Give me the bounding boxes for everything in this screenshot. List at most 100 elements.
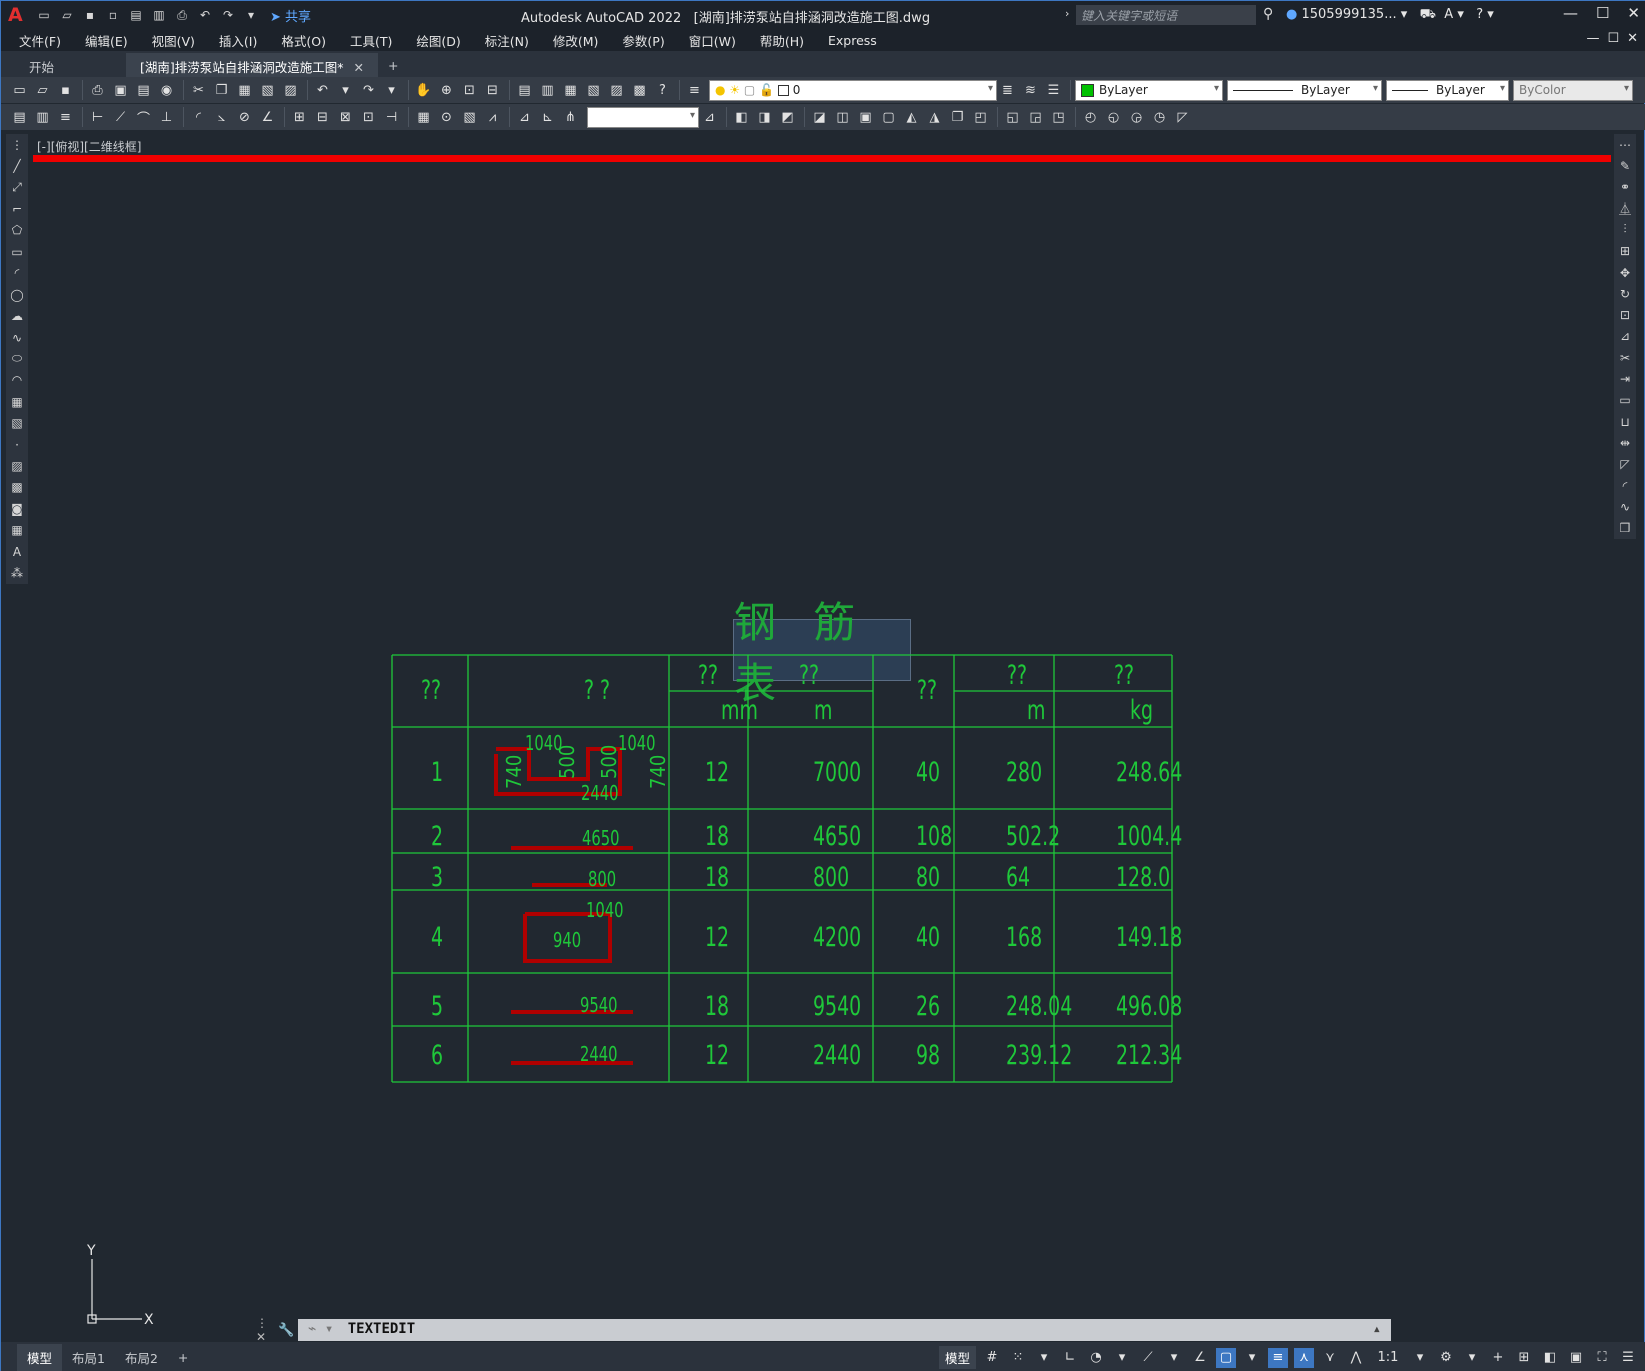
isometric-dropdown-icon[interactable]: ▾: [1164, 1348, 1184, 1368]
rectangle-icon[interactable]: ▭: [8, 242, 26, 261]
make-current-layer-icon[interactable]: ≣: [997, 80, 1018, 100]
publish-icon[interactable]: ▤: [133, 80, 154, 100]
user-account[interactable]: ● 1505999135... ▾ ⛟ A ▾ ? ▾: [1286, 7, 1494, 24]
array-icon[interactable]: ⊞: [1616, 242, 1634, 261]
dimension-space-icon[interactable]: ⊡: [358, 107, 379, 127]
multiline-text-icon[interactable]: A: [8, 542, 26, 561]
move-faces-icon[interactable]: ◫: [832, 107, 853, 127]
quick-dimension-icon[interactable]: ⊞: [289, 107, 310, 127]
separate-icon[interactable]: ◵: [1103, 107, 1124, 127]
delete-faces-icon[interactable]: ▢: [878, 107, 899, 127]
move-icon[interactable]: ✥: [1616, 263, 1634, 282]
gradient-icon[interactable]: ▩: [8, 478, 26, 497]
rotate-icon[interactable]: ↻: [1616, 284, 1634, 303]
jogged-linear-icon[interactable]: ⩘: [482, 107, 503, 127]
menu-item-3[interactable]: 插入(I): [219, 31, 257, 50]
menu-item-12[interactable]: Express: [828, 33, 877, 48]
properties-icon[interactable]: ▤: [514, 80, 535, 100]
layer-dropdown[interactable]: ● ☀ ▢ 🔓 0 ▾: [709, 79, 997, 101]
transparency-icon[interactable]: ⋏: [1294, 1347, 1314, 1368]
minimize-button[interactable]: —: [1563, 4, 1578, 22]
tab-active-drawing[interactable]: [湖南]排涝泵站自排涵洞改造施工图* ✕: [126, 53, 379, 77]
layers-icon[interactable]: ≡: [55, 107, 76, 127]
hatch-icon[interactable]: ▨: [8, 456, 26, 475]
point-icon[interactable]: ·: [8, 435, 26, 454]
rebar-schedule-table[interactable]: ?? ? ? ?? mm ?? m ?? ?? m ?? kg 1 12 7000 4…: [33, 134, 1611, 1334]
search-input[interactable]: 键入关键字或短语: [1076, 5, 1256, 25]
units-icon[interactable]: ⊞: [1514, 1348, 1534, 1368]
layer-lock-icon[interactable]: 🔓: [759, 83, 774, 97]
redo-icon[interactable]: ↷: [218, 5, 238, 25]
extend-icon[interactable]: ⇥: [1616, 369, 1634, 388]
dimension-break-icon[interactable]: ⊣: [381, 107, 402, 127]
toolbar-grip[interactable]: ⋮: [8, 135, 26, 154]
workspace-icon[interactable]: ▤: [9, 107, 30, 127]
lineweight-dropdown[interactable]: ByLayer ▾: [1386, 79, 1509, 101]
center-mark-icon[interactable]: ⊙: [436, 107, 457, 127]
share-button[interactable]: ➤ 共享: [270, 6, 311, 25]
recent-commands-icon[interactable]: ⌁ ▾: [308, 1321, 333, 1337]
angular-dimension-icon[interactable]: ∠: [257, 107, 278, 127]
plot-preview-icon[interactable]: ▣: [110, 80, 131, 100]
jogged-dimension-icon[interactable]: ⦣: [211, 107, 232, 127]
object-snap-dropdown-icon[interactable]: ▾: [1242, 1348, 1262, 1368]
layout-tab-2[interactable]: 布局2: [115, 1344, 168, 1371]
workspace-gear-icon[interactable]: ⚙: [1436, 1348, 1456, 1368]
cart-icon[interactable]: ⛟: [1420, 7, 1436, 22]
ortho-icon[interactable]: ∟: [1060, 1348, 1080, 1368]
dimension-text-edit-icon[interactable]: ⊾: [537, 107, 558, 127]
layout-tab-1[interactable]: 布局1: [62, 1344, 115, 1371]
isometric-icon[interactable]: ⟋: [1138, 1348, 1158, 1368]
add-selected-icon[interactable]: ⁂: [8, 563, 26, 582]
ellipse-arc-icon[interactable]: ◠: [8, 371, 26, 390]
sheet-set-icon[interactable]: ▧: [583, 80, 604, 100]
copy-object-icon[interactable]: ⚭: [1616, 178, 1634, 197]
zoom-previous-icon[interactable]: ⊟: [482, 80, 503, 100]
imprint-icon[interactable]: ◳: [1048, 107, 1069, 127]
taper-faces-icon[interactable]: ◮: [924, 107, 945, 127]
command-line-grip[interactable]: ⋮ ✕: [256, 1316, 278, 1344]
join-icon[interactable]: ⇹: [1616, 433, 1634, 452]
subtract-icon[interactable]: ◨: [754, 107, 775, 127]
cut-icon[interactable]: ✂: [188, 80, 209, 100]
command-input[interactable]: ⌁ ▾ TEXTEDIT ▴: [298, 1319, 1391, 1341]
command-history-icon[interactable]: ▴: [1373, 1321, 1381, 1337]
drawing-viewport[interactable]: [-][俯视][二维线框] 钢 筋 表 ?? ? ? ?? mm ?? m ??…: [33, 134, 1611, 1334]
layer-freeze-icon[interactable]: ☀: [729, 83, 740, 97]
plot-icon[interactable]: ⎙: [172, 5, 192, 25]
dimension-style-dropdown[interactable]: ▾: [587, 106, 699, 128]
fillet-icon[interactable]: ◜: [1616, 476, 1634, 495]
customize-icon[interactable]: 🔧: [278, 1323, 298, 1338]
model-space-button[interactable]: 模型: [938, 1346, 976, 1369]
explode-icon[interactable]: ❒: [1616, 519, 1634, 538]
open-file-icon[interactable]: ▱: [57, 5, 77, 25]
object-snap-tracking-icon[interactable]: ∠: [1190, 1348, 1210, 1368]
polyline-icon[interactable]: ⌐: [8, 199, 26, 218]
help-icon[interactable]: ?: [1476, 7, 1483, 22]
selection-cycling-icon[interactable]: ⋎: [1320, 1348, 1340, 1368]
tab-start[interactable]: 开始: [15, 53, 68, 77]
revision-cloud-icon[interactable]: ☁: [8, 306, 26, 325]
paste-icon[interactable]: ▦: [234, 80, 255, 100]
menu-item-9[interactable]: 参数(P): [622, 31, 664, 50]
doc-close-button[interactable]: ✕: [1627, 31, 1638, 46]
slice-icon[interactable]: ◸: [1172, 107, 1193, 127]
dimension-update-icon[interactable]: ⋔: [560, 107, 581, 127]
menu-item-2[interactable]: 视图(V): [152, 31, 195, 50]
quick-properties-icon[interactable]: ◧: [1540, 1348, 1560, 1368]
layer-icon[interactable]: ▥: [32, 107, 53, 127]
copy-edges-icon[interactable]: ◱: [1002, 107, 1023, 127]
polar-dropdown-icon[interactable]: ▾: [1112, 1348, 1132, 1368]
trim-icon[interactable]: ✂: [1616, 348, 1634, 367]
region-icon[interactable]: ◙: [8, 499, 26, 518]
annotation-scale[interactable]: 1:1: [1372, 1348, 1404, 1368]
calculator-icon[interactable]: ▩: [629, 80, 650, 100]
layer-previous-icon[interactable]: ≋: [1020, 80, 1041, 100]
arc-length-icon[interactable]: ⌒: [133, 107, 154, 127]
intersect-icon[interactable]: ◩: [777, 107, 798, 127]
new-file-icon[interactable]: ▭: [34, 5, 54, 25]
block-editor-icon[interactable]: ▨: [280, 80, 301, 100]
linear-dimension-icon[interactable]: ⊢: [87, 107, 108, 127]
save-web-icon[interactable]: ▥: [149, 5, 169, 25]
polygon-icon[interactable]: ⬠: [8, 221, 26, 240]
